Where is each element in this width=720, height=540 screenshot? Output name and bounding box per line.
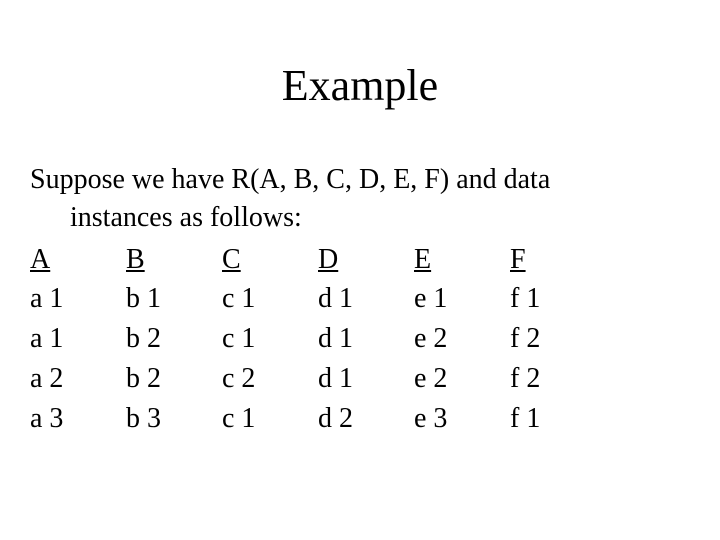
col-header: E	[414, 241, 510, 281]
table-cell: d 1	[318, 360, 414, 400]
table-cell: b 2	[126, 360, 222, 400]
table-cell: d 1	[318, 280, 414, 320]
table-cell: b 1	[126, 280, 222, 320]
intro-text-line1: Suppose we have R(A, B, C, D, E, F) and …	[30, 161, 690, 199]
col-header: A	[30, 241, 126, 281]
slide: Example Suppose we have R(A, B, C, D, E,…	[0, 0, 720, 540]
table-cell: a 1	[30, 320, 126, 360]
table-header-row: A B C D E F	[30, 241, 606, 281]
table-cell: c 1	[222, 280, 318, 320]
table-cell: f 2	[510, 320, 606, 360]
table-row: a 1 b 1 c 1 d 1 e 1 f 1	[30, 280, 606, 320]
table-cell: b 3	[126, 400, 222, 440]
table-cell: f 1	[510, 280, 606, 320]
table-cell: c 2	[222, 360, 318, 400]
table-cell: b 2	[126, 320, 222, 360]
table-cell: a 2	[30, 360, 126, 400]
table-row: a 1 b 2 c 1 d 1 e 2 f 2	[30, 320, 606, 360]
table-cell: d 1	[318, 320, 414, 360]
slide-title: Example	[30, 60, 690, 111]
table-cell: e 2	[414, 320, 510, 360]
table-cell: f 2	[510, 360, 606, 400]
table-cell: c 1	[222, 320, 318, 360]
table-row: a 3 b 3 c 1 d 2 e 3 f 1	[30, 400, 606, 440]
intro-text-line2: instances as follows:	[70, 199, 690, 237]
data-table: A B C D E F a 1 b 1 c 1 d 1 e 1 f 1 a 1 …	[30, 241, 606, 440]
col-header: C	[222, 241, 318, 281]
table-cell: a 3	[30, 400, 126, 440]
col-header: B	[126, 241, 222, 281]
table-row: a 2 b 2 c 2 d 1 e 2 f 2	[30, 360, 606, 400]
col-header: D	[318, 241, 414, 281]
slide-body: Suppose we have R(A, B, C, D, E, F) and …	[30, 161, 690, 440]
table-cell: f 1	[510, 400, 606, 440]
table-cell: d 2	[318, 400, 414, 440]
table-cell: e 2	[414, 360, 510, 400]
table-cell: a 1	[30, 280, 126, 320]
table-cell: e 3	[414, 400, 510, 440]
col-header: F	[510, 241, 606, 281]
table-cell: c 1	[222, 400, 318, 440]
table-cell: e 1	[414, 280, 510, 320]
